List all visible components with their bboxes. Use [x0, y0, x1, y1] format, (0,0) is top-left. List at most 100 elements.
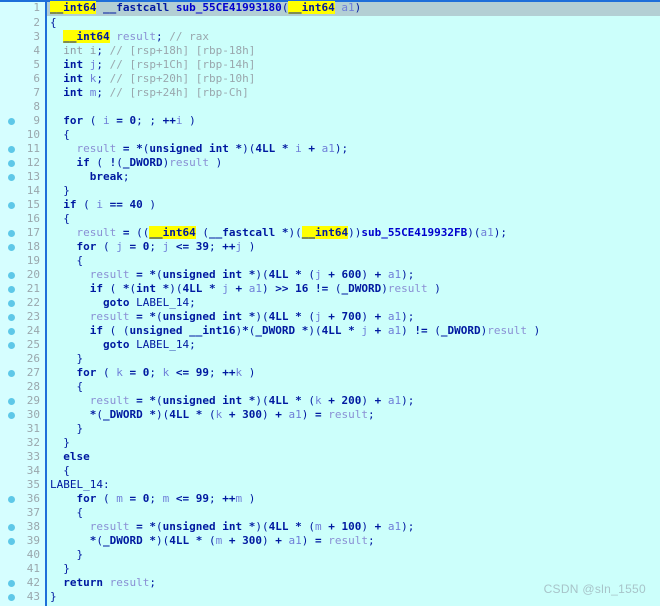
code-text: *(_DWORD *)(4LL * (k + 300) + a1) = resu… — [50, 408, 375, 422]
code-line[interactable]: 10 { — [0, 128, 660, 142]
code-line[interactable]: 40 } — [0, 548, 660, 562]
code-line[interactable]: 30 *(_DWORD *)(4LL * (k + 300) + a1) = r… — [0, 408, 660, 422]
code-line[interactable]: 35 LABEL_14: — [0, 478, 660, 492]
watermark-text: CSDN @sln_1550 — [544, 582, 646, 596]
code-line[interactable]: 37 { — [0, 506, 660, 520]
line-number: 35 — [0, 478, 40, 492]
line-number: 8 — [0, 100, 40, 114]
code-line[interactable]: 38 result = *(unsigned int *)(4LL * (m +… — [0, 520, 660, 534]
line-number: 17 — [0, 226, 40, 240]
code-text: } — [50, 590, 57, 604]
code-text: result = ((__int64 (__fastcall *)(__int6… — [50, 226, 507, 240]
code-line[interactable]: 7 int m; // [rsp+24h] [rbp-Ch] — [0, 86, 660, 100]
line-number: 4 — [0, 44, 40, 58]
code-line[interactable]: 14 } — [0, 184, 660, 198]
code-text: } — [50, 436, 70, 450]
code-text: break; — [50, 170, 130, 184]
code-text: for ( k = 0; k <= 99; ++k ) — [50, 366, 255, 380]
line-number: 33 — [0, 450, 40, 464]
code-text: LABEL_14: — [50, 478, 110, 492]
code-line[interactable]: 21 if ( *(int *)(4LL * j + a1) >> 16 != … — [0, 282, 660, 296]
code-line[interactable]: 20 result = *(unsigned int *)(4LL * (j +… — [0, 268, 660, 282]
code-line[interactable]: 9 for ( i = 0; ; ++i ) — [0, 114, 660, 128]
code-line[interactable]: 34 { — [0, 464, 660, 478]
line-number: 36 — [0, 492, 40, 506]
code-text: { — [50, 506, 83, 520]
line-number: 31 — [0, 422, 40, 436]
code-text: return result; — [50, 576, 156, 590]
code-text: goto LABEL_14; — [50, 338, 196, 352]
line-number: 28 — [0, 380, 40, 394]
code-text: int m; // [rsp+24h] [rbp-Ch] — [50, 86, 249, 100]
code-line[interactable]: 13 break; — [0, 170, 660, 184]
code-line[interactable]: 24 if ( (unsigned __int16)*(_DWORD *)(4L… — [0, 324, 660, 338]
line-number: 24 — [0, 324, 40, 338]
code-text: if ( *(int *)(4LL * j + a1) >> 16 != (_D… — [50, 282, 441, 296]
line-number: 23 — [0, 310, 40, 324]
code-line[interactable]: 5 int j; // [rsp+1Ch] [rbp-14h] — [0, 58, 660, 72]
code-line[interactable]: 19 { — [0, 254, 660, 268]
line-number: 40 — [0, 548, 40, 562]
code-line[interactable]: 6 int k; // [rsp+20h] [rbp-10h] — [0, 72, 660, 86]
line-number: 34 — [0, 464, 40, 478]
line-number: 30 — [0, 408, 40, 422]
code-line[interactable]: 8 — [0, 100, 660, 114]
line-number: 41 — [0, 562, 40, 576]
line-number: 32 — [0, 436, 40, 450]
code-line[interactable]: 29 result = *(unsigned int *)(4LL * (k +… — [0, 394, 660, 408]
code-text: } — [50, 184, 70, 198]
line-number: 21 — [0, 282, 40, 296]
code-line[interactable]: 39 *(_DWORD *)(4LL * (m + 300) + a1) = r… — [0, 534, 660, 548]
line-number: 25 — [0, 338, 40, 352]
line-number: 37 — [0, 506, 40, 520]
code-line[interactable]: 36 for ( m = 0; m <= 99; ++m ) — [0, 492, 660, 506]
line-number: 26 — [0, 352, 40, 366]
code-text: { — [50, 212, 70, 226]
code-line[interactable]: 23 result = *(unsigned int *)(4LL * (j +… — [0, 310, 660, 324]
code-line[interactable]: 2{ — [0, 16, 660, 30]
line-number: 11 — [0, 142, 40, 156]
line-number: 1 — [0, 1, 40, 15]
line-number: 12 — [0, 156, 40, 170]
code-text: __int64 __fastcall sub_55CE41993180(__in… — [50, 1, 361, 15]
code-text: result = *(unsigned int *)(4LL * (m + 10… — [50, 520, 414, 534]
code-text: if ( (unsigned __int16)*(_DWORD *)(4LL *… — [50, 324, 540, 338]
code-line[interactable]: 28 { — [0, 380, 660, 394]
code-line[interactable]: 1 __int64 __fastcall sub_55CE41993180(__i… — [0, 0, 660, 16]
code-line[interactable]: 31 } — [0, 422, 660, 436]
code-text: if ( !(_DWORD)result ) — [50, 156, 222, 170]
code-line[interactable]: 3 __int64 result; // rax — [0, 30, 660, 44]
code-text: for ( i = 0; ; ++i ) — [50, 114, 196, 128]
code-text: int k; // [rsp+20h] [rbp-10h] — [50, 72, 255, 86]
code-text: result = *(unsigned int *)(4LL * (j + 70… — [50, 310, 414, 324]
code-line[interactable]: 22 goto LABEL_14; — [0, 296, 660, 310]
code-line[interactable]: 15 if ( i == 40 ) — [0, 198, 660, 212]
code-text: { — [50, 380, 83, 394]
line-number: 6 — [0, 72, 40, 86]
code-text: int i; // [rsp+18h] [rbp-18h] — [50, 44, 255, 58]
code-line[interactable]: 12 if ( !(_DWORD)result ) — [0, 156, 660, 170]
line-number: 43 — [0, 590, 40, 604]
code-text: goto LABEL_14; — [50, 296, 196, 310]
code-text: } — [50, 562, 70, 576]
line-number: 19 — [0, 254, 40, 268]
code-text: } — [50, 548, 83, 562]
code-line[interactable]: 32 } — [0, 436, 660, 450]
code-text: { — [50, 128, 70, 142]
code-line[interactable]: 11 result = *(unsigned int *)(4LL * i + … — [0, 142, 660, 156]
code-text: result = *(unsigned int *)(4LL * (k + 20… — [50, 394, 414, 408]
code-text: { — [50, 464, 70, 478]
code-line[interactable]: 18 for ( j = 0; j <= 39; ++j ) — [0, 240, 660, 254]
code-line[interactable]: 27 for ( k = 0; k <= 99; ++k ) — [0, 366, 660, 380]
code-line[interactable]: 25 goto LABEL_14; — [0, 338, 660, 352]
line-number: 5 — [0, 58, 40, 72]
code-line[interactable]: 4 int i; // [rsp+18h] [rbp-18h] — [0, 44, 660, 58]
code-line[interactable]: 26 } — [0, 352, 660, 366]
line-number: 29 — [0, 394, 40, 408]
code-line[interactable]: 41 } — [0, 562, 660, 576]
code-text: } — [50, 422, 83, 436]
code-line[interactable]: 17 result = ((__int64 (__fastcall *)(__i… — [0, 226, 660, 240]
code-line[interactable]: 16 { — [0, 212, 660, 226]
code-line[interactable]: 33 else — [0, 450, 660, 464]
line-number: 18 — [0, 240, 40, 254]
